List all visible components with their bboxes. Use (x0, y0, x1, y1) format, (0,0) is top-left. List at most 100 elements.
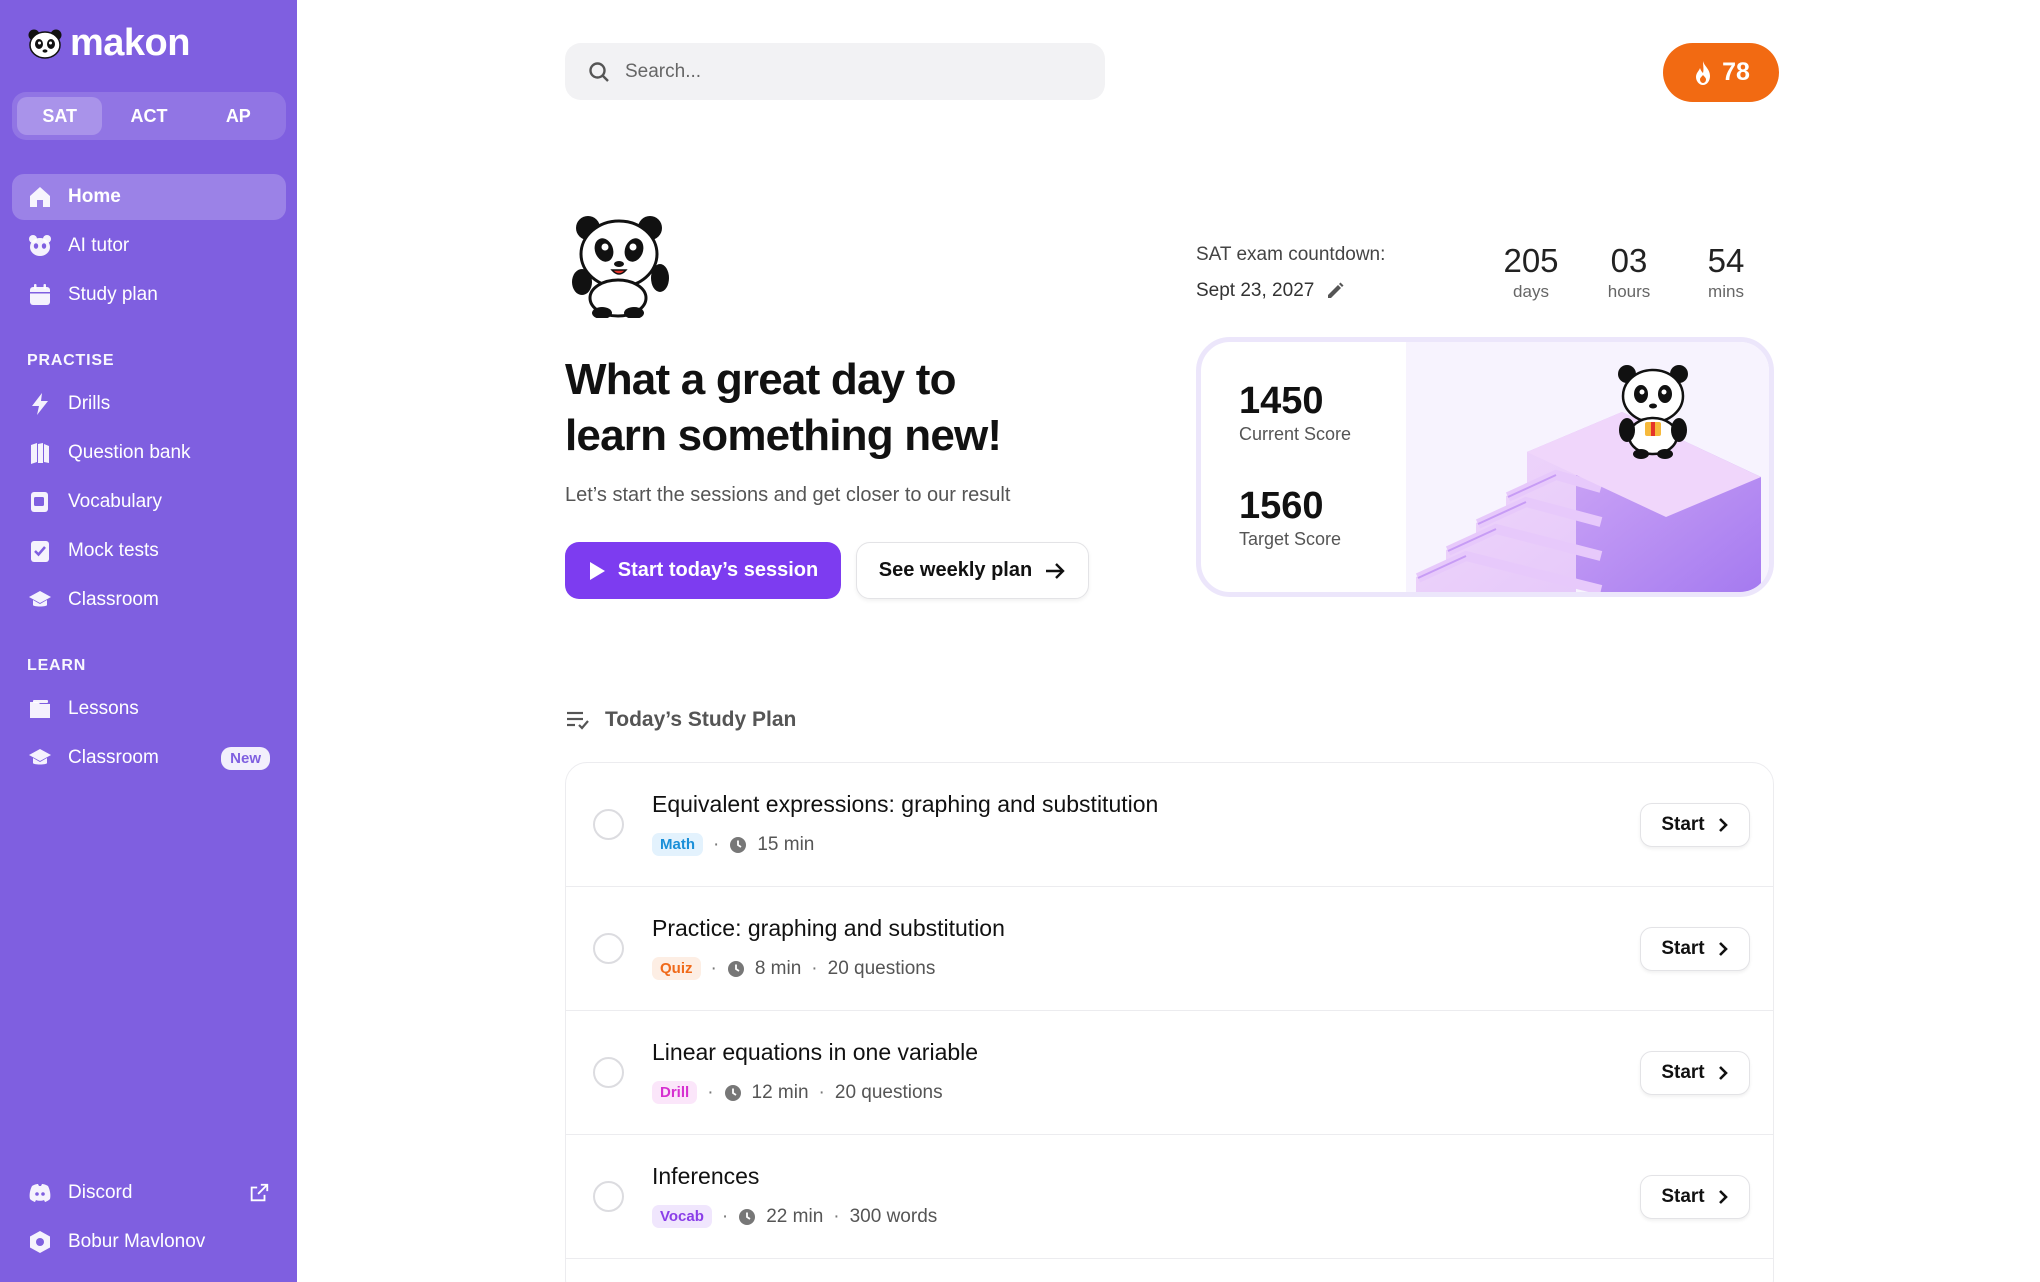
task-meta: Math · 15 min (652, 833, 814, 856)
stairs-illustration (1406, 342, 1769, 592)
streak-count: 78 (1722, 58, 1750, 86)
task-checkbox[interactable] (593, 1181, 624, 1212)
hero-subtitle: Let’s start the sessions and get closer … (565, 484, 1011, 506)
task-tag: Math (652, 833, 703, 856)
home-icon (28, 185, 52, 209)
calendar-icon (28, 283, 52, 307)
nav-label: Discord (68, 1182, 133, 1203)
nav-label: Classroom (68, 589, 159, 610)
task-title: Inferences (652, 1163, 760, 1189)
exam-tab-sat[interactable]: SAT (17, 97, 103, 135)
nav-item-lessons[interactable]: Lessons (12, 686, 286, 732)
countdown-days: 205 days (1486, 240, 1576, 302)
panda-mascot-waving (572, 216, 669, 318)
nav-label: AI tutor (68, 235, 130, 256)
nav-item-discord[interactable]: Discord (12, 1170, 286, 1216)
nav-item-mock-tests[interactable]: Mock tests (12, 528, 286, 574)
nav-label: Bobur Mavlonov (68, 1231, 206, 1252)
countdown-value: 54 (1707, 242, 1745, 279)
task-tag: Drill (652, 1081, 698, 1104)
task-checkbox[interactable] (593, 933, 624, 964)
task-meta: Quiz · 8 min · 20 questions (652, 957, 935, 980)
nav-item-study-plan[interactable]: Study plan (12, 272, 286, 318)
brand-logo[interactable]: makon (28, 22, 190, 65)
start-button[interactable]: Start (1640, 927, 1750, 971)
nav-item-question-bank[interactable]: Question bank (12, 430, 286, 476)
chevron-right-icon (1718, 1066, 1728, 1080)
nav-item-home[interactable]: Home (12, 174, 286, 220)
hero-title-line-2: learn something new! (565, 411, 1002, 460)
nav-label: Mock tests (68, 540, 159, 561)
graduation-cap-icon (28, 746, 52, 770)
task-title: Practice: graphing and substitution (652, 915, 1005, 941)
task-title: Linear equations in one variable (652, 1039, 979, 1065)
countdown-date: Sept 23, 2027 (1196, 280, 1344, 302)
streak-badge[interactable]: 78 (1663, 43, 1779, 102)
task-duration: 15 min (757, 833, 815, 855)
nav-label: Home (68, 186, 121, 207)
start-label: Start (1661, 938, 1705, 959)
countdown-caption: days (1513, 282, 1549, 301)
study-plan-title: Today’s Study Plan (605, 708, 797, 731)
new-badge: New (221, 746, 270, 770)
exam-tab-ap[interactable]: AP (196, 97, 281, 135)
start-label: Start (1661, 1186, 1705, 1207)
task-meta: Drill · 12 min · 20 questions (652, 1081, 943, 1104)
study-plan-list: Equivalent expressions: graphing and sub… (565, 762, 1774, 1282)
countdown-value: 03 (1610, 242, 1648, 279)
nav-item-vocabulary[interactable]: Vocabulary (12, 479, 286, 525)
task-duration: 8 min (754, 957, 802, 979)
start-label: Start (1661, 1062, 1705, 1083)
task-extra: 20 questions (827, 957, 936, 979)
start-button[interactable]: Start (1640, 1051, 1750, 1095)
search-bar[interactable] (565, 43, 1105, 100)
chevron-right-icon (1718, 818, 1728, 832)
vocab-card-icon (28, 490, 52, 514)
section-label-learn: LEARN (27, 657, 87, 674)
list-item: Linear equations in one variable Drill ·… (566, 1011, 1773, 1135)
start-session-label: Start today’s session (617, 559, 819, 581)
target-score: 1560 Target Score (1239, 483, 1341, 550)
nav-item-drills[interactable]: Drills (12, 381, 286, 427)
panda-logo-icon (28, 29, 62, 59)
countdown-value: 205 (1503, 242, 1559, 279)
flame-icon (1696, 60, 1711, 85)
hero-title: What a great day to learn something new! (565, 352, 1125, 464)
countdown-caption: mins (1708, 282, 1744, 301)
nav-item-profile[interactable]: Bobur Mavlonov (12, 1219, 286, 1265)
start-button[interactable]: Start (1640, 1175, 1750, 1219)
separator-dot: · (707, 1081, 714, 1103)
task-checkbox[interactable] (593, 1057, 624, 1088)
search-input[interactable] (625, 60, 1045, 83)
panda-face-icon (28, 234, 52, 258)
nav-label: Question bank (68, 442, 191, 463)
nav-label: Vocabulary (68, 491, 163, 512)
target-score-value: 1560 (1239, 485, 1324, 527)
task-duration: 22 min (766, 1205, 824, 1227)
score-card: 1450 Current Score 1560 Target Score (1196, 337, 1774, 597)
list-item: Inferences Vocab · 22 min · 300 words St… (566, 1135, 1773, 1259)
current-score-value: 1450 (1239, 380, 1324, 422)
edit-pencil-icon[interactable] (1326, 282, 1344, 300)
start-button[interactable]: Start (1640, 803, 1750, 847)
nav-item-ai-tutor[interactable]: AI tutor (12, 223, 286, 269)
task-extra: 20 questions (834, 1081, 943, 1103)
folder-icon (28, 697, 52, 721)
separator-dot: · (811, 957, 818, 979)
nav-item-classroom[interactable]: Classroom (12, 577, 286, 623)
discord-icon (28, 1181, 52, 1205)
separator-dot: · (713, 833, 720, 855)
external-link-icon (248, 1182, 270, 1204)
exam-tab-act[interactable]: ACT (106, 97, 191, 135)
separator-dot: · (710, 957, 717, 979)
countdown-label: SAT exam countdown: (1196, 244, 1386, 265)
nav-item-classroom-learn[interactable]: Classroom New (12, 735, 286, 781)
current-score: 1450 Current Score (1239, 378, 1351, 445)
countdown-caption: hours (1607, 282, 1651, 301)
task-checkbox[interactable] (593, 809, 624, 840)
start-session-button[interactable]: Start today’s session (565, 542, 841, 599)
task-extra: 300 words (849, 1205, 938, 1227)
stairs-graphic (1415, 365, 1761, 592)
separator-dot: · (721, 1205, 729, 1227)
weekly-plan-button[interactable]: See weekly plan (856, 542, 1089, 599)
